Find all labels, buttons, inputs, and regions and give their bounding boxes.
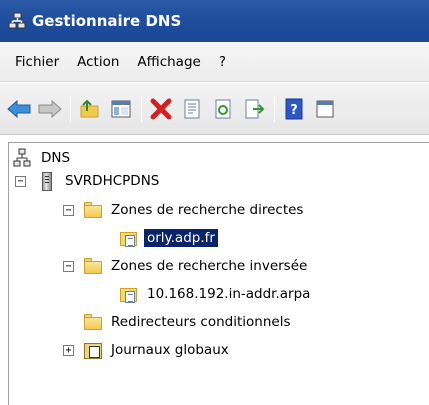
tree-node-forward-zones[interactable]: Zones de recherche directes xyxy=(83,199,306,221)
tree-node-dns[interactable]: DNS xyxy=(13,147,73,169)
window-title: Gestionnaire DNS xyxy=(32,12,182,30)
menu-help[interactable]: ? xyxy=(210,50,235,74)
delete-icon xyxy=(150,98,172,119)
tree-node-conditional-forwarders[interactable]: Redirecteurs conditionnels xyxy=(83,311,293,333)
dns-icon xyxy=(13,148,33,168)
svg-text:?: ? xyxy=(290,103,298,118)
console-icon xyxy=(316,100,334,117)
tree-node-zone-orly[interactable]: orly.adp.fr xyxy=(119,227,218,249)
tree-label: DNS xyxy=(41,150,71,166)
tree-node-zone-reverse[interactable]: 10.168.192.in-addr.arpa xyxy=(119,283,313,305)
zone-file-icon xyxy=(119,284,139,304)
tree-label: Redirecteurs conditionnels xyxy=(111,314,291,330)
menu-action[interactable]: Action xyxy=(68,50,128,74)
tree-node-global-logs[interactable]: Journaux globaux xyxy=(83,339,232,361)
tree-node-reverse-zones[interactable]: Zones de recherche inversée xyxy=(83,255,310,277)
help-button[interactable]: ? xyxy=(279,95,309,123)
tree-label: Zones de recherche inversée xyxy=(111,258,308,274)
properties-icon xyxy=(184,99,200,118)
expand-toggle[interactable]: + xyxy=(63,345,74,356)
server-icon xyxy=(37,171,57,191)
console-button[interactable] xyxy=(310,95,340,123)
dns-manager-app-icon xyxy=(8,12,26,30)
show-hide-console-tree-icon xyxy=(111,100,131,117)
help-icon: ? xyxy=(285,98,303,119)
event-log-icon xyxy=(83,340,103,360)
toolbar-separator xyxy=(70,95,71,122)
back-arrow-icon xyxy=(7,99,31,118)
toolbar-separator xyxy=(274,95,275,122)
collapse-toggle[interactable]: − xyxy=(63,205,74,216)
collapse-toggle[interactable]: − xyxy=(15,176,26,187)
export-list-button[interactable] xyxy=(239,95,269,123)
up-folder-icon xyxy=(80,99,99,117)
folder-icon xyxy=(83,312,103,332)
collapse-toggle[interactable]: − xyxy=(63,261,74,272)
export-list-icon xyxy=(245,99,265,118)
forward-button[interactable] xyxy=(35,95,65,123)
refresh-button[interactable] xyxy=(208,95,238,123)
title-bar[interactable]: Gestionnaire DNS xyxy=(0,0,429,42)
delete-button[interactable] xyxy=(146,95,176,123)
tree-label: 10.168.192.in-addr.arpa xyxy=(147,286,311,302)
forward-arrow-icon xyxy=(38,99,62,118)
tree-label: Journaux globaux xyxy=(111,342,229,358)
tree-label: orly.adp.fr xyxy=(144,229,218,247)
tree-label: Zones de recherche directes xyxy=(111,202,304,218)
zone-file-icon xyxy=(119,228,139,248)
tree-node-server[interactable]: SVRDHCPDNS xyxy=(37,170,162,192)
tree-label: SVRDHCPDNS xyxy=(65,173,160,189)
dns-manager-window: Gestionnaire DNS Fichier Action Affichag… xyxy=(0,0,429,405)
refresh-icon xyxy=(215,99,231,118)
menu-affichage[interactable]: Affichage xyxy=(128,50,209,74)
menu-fichier[interactable]: Fichier xyxy=(6,50,68,74)
toolbar: ? xyxy=(0,83,429,135)
up-level-button[interactable] xyxy=(75,95,105,123)
console-tree-pane: DNS − SVRDHCPDNS − Zones de recherche di… xyxy=(8,142,429,405)
properties-button[interactable] xyxy=(177,95,207,123)
back-button[interactable] xyxy=(4,95,34,123)
folder-icon xyxy=(83,200,103,220)
menu-bar: Fichier Action Affichage ? xyxy=(0,42,429,82)
toolbar-separator xyxy=(141,95,142,122)
folder-icon xyxy=(83,256,103,276)
show-hide-console-tree-button[interactable] xyxy=(106,95,136,123)
